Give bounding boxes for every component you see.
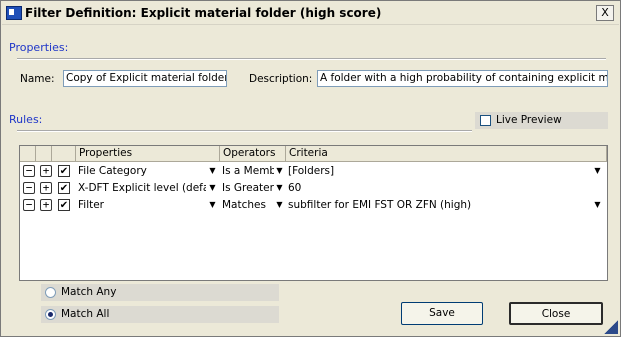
close-window-button[interactable]: X	[596, 5, 614, 21]
name-input[interactable]: Copy of Explicit material folder (high	[63, 70, 227, 87]
rule-criteria[interactable]: 60	[286, 181, 586, 195]
chevron-down-icon[interactable]: ▼	[592, 199, 603, 211]
close-button[interactable]: Close	[509, 302, 603, 325]
chevron-down-icon[interactable]: ▼	[207, 182, 218, 194]
chevron-down-icon[interactable]: ▼	[274, 199, 285, 211]
chevron-down-icon[interactable]: ▼	[207, 199, 218, 211]
match-all-option[interactable]: Match All	[41, 306, 279, 323]
rule-property[interactable]: Filter	[76, 198, 206, 212]
rule-criteria[interactable]: [Folders]	[286, 164, 586, 178]
remove-rule-button[interactable]: −	[23, 182, 35, 194]
properties-separator	[17, 58, 606, 60]
remove-rule-button[interactable]: −	[23, 199, 35, 211]
chevron-down-icon[interactable]: ▼	[592, 165, 603, 177]
live-preview-label: Live Preview	[496, 114, 562, 126]
match-all-radio[interactable]	[45, 309, 56, 320]
rule-property[interactable]: File Category	[76, 164, 206, 178]
rule-enabled-checkbox[interactable]: ✔	[58, 199, 70, 211]
header-operators[interactable]: Operators	[220, 146, 286, 162]
rule-row: − + ✔ File Category ▼ Is a Memb ▼ [Folde…	[20, 163, 607, 179]
header-blank-2	[36, 146, 52, 162]
rule-operator[interactable]: Is a Memb	[220, 164, 274, 178]
live-preview-checkbox[interactable]	[480, 115, 491, 126]
rule-enabled-checkbox[interactable]: ✔	[58, 165, 70, 177]
match-any-label: Match Any	[61, 286, 117, 298]
description-label: Description:	[249, 73, 313, 85]
rule-row: − + ✔ X-DFT Explicit level (default ▼ Is…	[20, 180, 607, 196]
rules-grid: Properties Operators Criteria − + ✔ File…	[19, 145, 608, 281]
save-button[interactable]: Save	[401, 302, 483, 325]
live-preview-toggle[interactable]: Live Preview	[475, 112, 608, 129]
header-blank-3	[52, 146, 76, 162]
match-all-label: Match All	[61, 308, 110, 320]
chevron-down-icon[interactable]: ▼	[274, 165, 285, 177]
rule-row: − + ✔ Filter ▼ Matches ▼ subfilter for E…	[20, 197, 607, 213]
rule-operator[interactable]: Is Greater	[220, 181, 274, 195]
add-rule-button[interactable]: +	[40, 199, 52, 211]
rule-operator[interactable]: Matches	[220, 198, 274, 212]
add-rule-button[interactable]: +	[40, 182, 52, 194]
description-input[interactable]: A folder with a high probability of cont…	[317, 70, 608, 87]
header-properties[interactable]: Properties	[76, 146, 220, 162]
chevron-down-icon[interactable]: ▼	[207, 165, 218, 177]
rules-section-label: Rules:	[9, 113, 43, 126]
title-bar: Filter Definition: Explicit material fol…	[2, 2, 619, 25]
remove-rule-button[interactable]: −	[23, 165, 35, 177]
header-criteria[interactable]: Criteria	[286, 146, 607, 162]
match-any-radio[interactable]	[45, 287, 56, 298]
rule-property[interactable]: X-DFT Explicit level (default	[76, 181, 206, 195]
rule-enabled-checkbox[interactable]: ✔	[58, 182, 70, 194]
window-title: Filter Definition: Explicit material fol…	[25, 6, 382, 20]
resize-grip-icon[interactable]	[604, 320, 618, 334]
add-rule-button[interactable]: +	[40, 165, 52, 177]
rules-separator	[17, 130, 472, 132]
header-blank-1	[20, 146, 36, 162]
window-icon	[6, 6, 22, 20]
name-label: Name:	[20, 73, 55, 85]
chevron-down-icon[interactable]: ▼	[274, 182, 285, 194]
rule-criteria[interactable]: subfilter for EMI FST OR ZFN (high)	[286, 198, 586, 212]
properties-section-label: Properties:	[9, 41, 69, 54]
match-any-option[interactable]: Match Any	[41, 284, 279, 301]
filter-definition-dialog: Filter Definition: Explicit material fol…	[0, 0, 621, 337]
